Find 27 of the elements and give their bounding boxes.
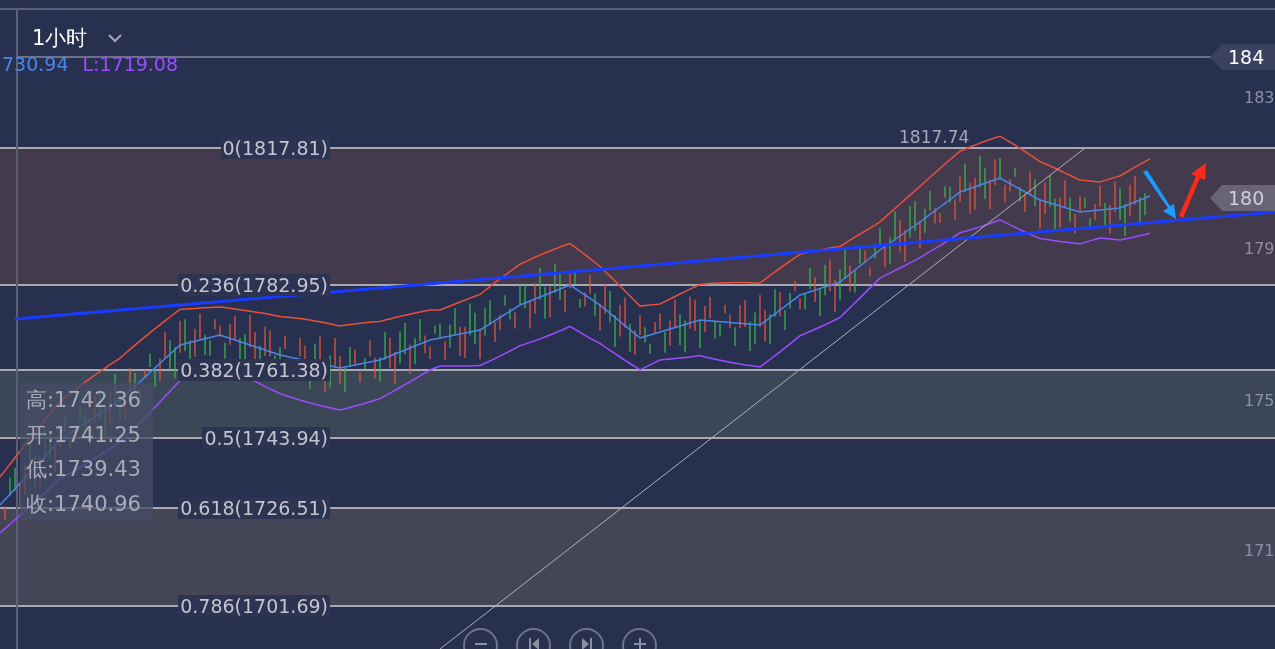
ohlc-value: 开:1741.25	[26, 421, 142, 449]
price-axis-label: 171	[1244, 540, 1275, 560]
ohlc-value: 收:1740.96	[26, 490, 142, 518]
chevron-down-icon[interactable]	[107, 33, 124, 43]
fib-level-label: 0.5(1743.94)	[202, 427, 330, 449]
peak-price-label: 1817.74	[899, 127, 970, 147]
timeframe-selector[interactable]: 1小时	[32, 24, 88, 52]
up-arrow-icon	[1179, 163, 1206, 218]
legend-value: L:1719.08	[82, 53, 179, 75]
skip-forward-icon	[581, 638, 592, 649]
price-axis-label: 183	[1244, 87, 1275, 107]
price-tag	[1210, 44, 1275, 70]
price-axis-label: 175	[1244, 390, 1275, 410]
fib-level-label: 0.618(1726.51)	[178, 497, 330, 519]
price-axis-label: 179	[1244, 238, 1275, 258]
fib-level-label: 0(1817.81)	[220, 137, 330, 159]
price-axis-label: 184	[1228, 46, 1265, 68]
price-axis-label: 180	[1228, 187, 1265, 209]
ohlc-value: 低:1739.43	[26, 456, 142, 484]
fib-level-label: 0.382(1761.38)	[178, 359, 330, 381]
skip-back-icon	[528, 638, 539, 649]
plus-icon	[633, 638, 646, 649]
ohlc-value: 高:1742.36	[26, 387, 142, 415]
down-arrow-icon	[1143, 170, 1176, 219]
legend-value: 730.94	[2, 53, 69, 75]
fib-level-label: 0.786(1701.69)	[178, 595, 330, 617]
fib-level-label: 0.236(1782.95)	[178, 274, 330, 296]
